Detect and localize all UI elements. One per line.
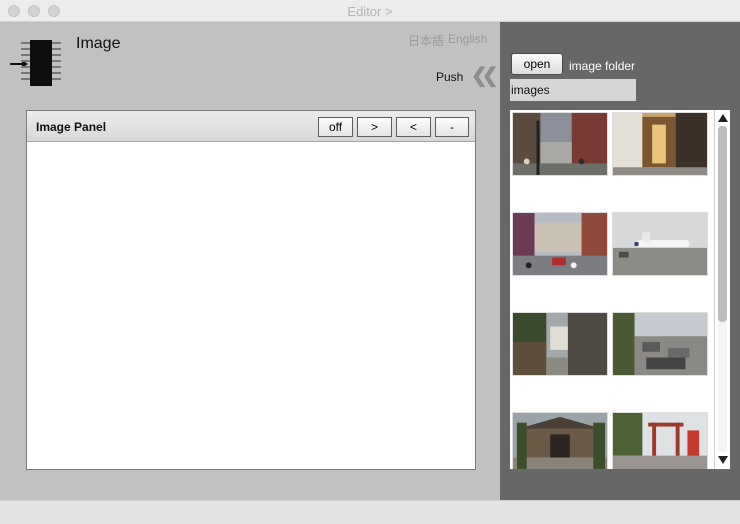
- image-panel-title: Image Panel: [36, 120, 107, 134]
- window-title: Editor >: [347, 4, 393, 19]
- thumbnail-grid[interactable]: [510, 110, 714, 469]
- prev-button[interactable]: <: [396, 117, 431, 137]
- open-folder-button[interactable]: open: [511, 53, 563, 75]
- thumb-street-1[interactable]: [512, 112, 608, 176]
- app-name: Image: [76, 35, 121, 52]
- push-label[interactable]: Push: [436, 70, 463, 84]
- image-folder-sidebar: open image folder images: [500, 22, 740, 500]
- thumb-shop-entrance[interactable]: [612, 112, 708, 176]
- next-button[interactable]: >: [357, 117, 392, 137]
- thumb-street-crowd[interactable]: [512, 212, 608, 276]
- thumb-city-view[interactable]: [612, 312, 708, 376]
- thumb-airplane[interactable]: [612, 212, 708, 276]
- thumb-shrine[interactable]: [612, 412, 708, 469]
- main-area: Image 日本語 English Push ❮❮ Image Panel of…: [0, 22, 500, 500]
- image-panel: Image Panel off > < -: [26, 110, 476, 470]
- thumbnail-scrollbar[interactable]: [714, 110, 730, 469]
- title-bar: Editor >: [0, 0, 740, 22]
- lang-japanese-link[interactable]: 日本語: [408, 32, 444, 49]
- scroll-down-icon[interactable]: [718, 456, 728, 464]
- scroll-thumb[interactable]: [718, 126, 727, 322]
- lang-english-link[interactable]: English: [448, 32, 487, 46]
- folder-path-field[interactable]: images: [510, 79, 636, 101]
- thumb-alley-wall[interactable]: [512, 312, 608, 376]
- chip-icon: [10, 38, 62, 88]
- minus-button[interactable]: -: [435, 117, 469, 137]
- thumb-temple-gate[interactable]: [512, 412, 608, 469]
- image-panel-header: Image Panel off > < -: [27, 111, 475, 142]
- double-chevron-left-icon[interactable]: ❮❮: [471, 66, 498, 86]
- status-bar: [0, 500, 740, 524]
- folder-label: image folder: [569, 59, 636, 73]
- scroll-up-icon[interactable]: [718, 114, 728, 122]
- off-button[interactable]: off: [318, 117, 353, 137]
